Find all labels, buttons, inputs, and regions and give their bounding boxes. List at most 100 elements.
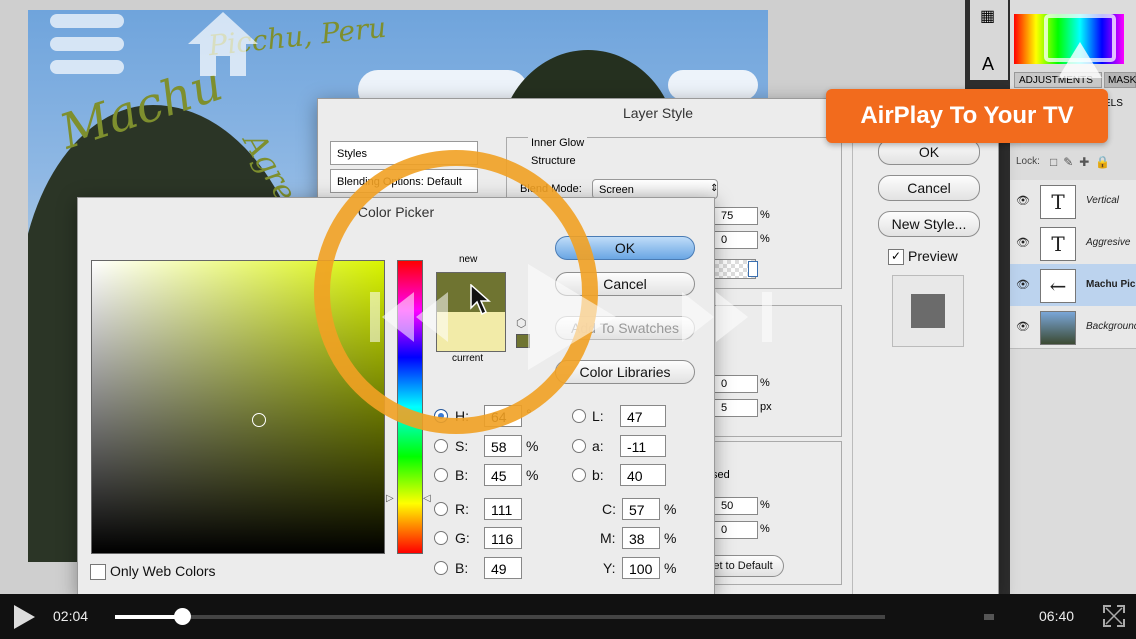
lab-b-label: b: [592,467,604,483]
color-field-cursor[interactable] [252,413,266,427]
tools-panel: ▦ A [970,0,1008,80]
yellow-field[interactable]: 100 [622,557,660,579]
layer-row[interactable]: 👁 T Aggresive [1010,222,1136,265]
unit-label: % [760,209,770,221]
divider [852,135,853,595]
progress-fill [115,615,182,619]
style-preview [892,275,964,347]
layer-row[interactable]: 👁 Background [1010,306,1136,349]
lock-label: Lock: [1016,156,1040,167]
layer-row[interactable]: 👁 T Vertical [1010,180,1136,223]
scrubber-knob[interactable] [174,608,191,625]
only-web-colors-label: Only Web Colors [110,563,216,579]
layer-row[interactable]: 👁 ← Machu Pic [1010,264,1136,307]
lab-b-radio[interactable] [572,468,586,482]
unit-label: % [760,233,770,245]
layer-thumbnail: T [1040,185,1076,219]
layer-thumbnail: T [1040,227,1076,261]
layer-thumbnail [1040,311,1076,345]
progress-track[interactable] [115,615,885,619]
layer-name: Background [1086,321,1136,332]
blue-field[interactable]: 49 [484,557,522,579]
preview-checkbox[interactable]: ✓ [888,249,904,265]
lock-icons[interactable]: □✎✚🔒 [1050,155,1116,169]
lab-b-field[interactable]: 40 [620,464,666,486]
red-radio[interactable] [434,502,448,516]
brightness-radio[interactable] [434,468,448,482]
tool-icon[interactable]: ▦ [980,6,995,26]
range-field[interactable]: 50 [714,497,758,515]
choke-field[interactable]: 0 [714,375,758,393]
slider-arrow-right[interactable]: ◁ [423,493,431,504]
preview-swatch [911,294,945,328]
brightness-label: B: [455,467,469,483]
eye-icon[interactable]: 👁 [1016,236,1030,249]
eye-icon[interactable]: 👁 [1016,278,1030,291]
size-field[interactable]: 5 [714,399,758,417]
jitter-field[interactable]: 0 [714,521,758,539]
green-field[interactable]: 116 [484,527,522,549]
blue-radio[interactable] [434,561,448,575]
eye-icon[interactable]: 👁 [1016,194,1030,207]
fullscreen-icon[interactable] [1102,604,1126,628]
magenta-field[interactable]: 38 [622,527,660,549]
lab-a-radio[interactable] [572,439,586,453]
unit-label: % [526,438,539,454]
airplay-icon[interactable] [1044,14,1116,80]
airplay-banner[interactable]: AirPlay To Your TV [826,89,1108,143]
play-icon [528,264,616,370]
red-label: R: [455,501,469,517]
layer-name: Vertical [1086,195,1119,206]
layer-style-cancel-button[interactable]: Cancel [878,175,980,201]
total-duration: 06:40 [1039,608,1075,624]
brightness-field[interactable]: 45 [484,464,522,486]
only-web-colors-checkbox[interactable] [90,564,106,580]
unit-label: % [760,377,770,389]
structure-label: Structure [528,155,579,167]
new-style-button[interactable]: New Style... [878,211,980,237]
player-control-bar: 02:04 06:40 [0,594,1136,639]
lab-l-label: L: [592,408,604,424]
green-radio[interactable] [434,531,448,545]
home-icon[interactable] [186,10,260,78]
magenta-label: M: [600,530,616,546]
yellow-label: Y: [603,560,616,576]
unit-label: % [664,501,677,517]
eye-icon[interactable]: 👁 [1016,320,1030,333]
slider-arrow-left[interactable]: ▷ [386,493,394,504]
type-tool-icon[interactable]: A [982,54,994,75]
saturation-field[interactable]: 58 [484,435,522,457]
rewind-icon [370,292,448,342]
blend-mode-select[interactable]: Screen [592,179,718,199]
lab-a-field[interactable]: -11 [620,435,666,457]
unit-label: % [760,499,770,511]
unit-label: % [526,467,539,483]
lab-l-field[interactable]: 47 [620,405,666,427]
cyan-label: C: [602,501,616,517]
green-label: G: [455,530,470,546]
saturation-radio[interactable] [434,439,448,453]
layer-name: Machu Pic [1086,279,1136,290]
unit-label: % [664,530,677,546]
cyan-field[interactable]: 57 [622,498,660,520]
unit-label: % [664,560,677,576]
lab-l-radio[interactable] [572,409,586,423]
layer-thumbnail: ← [1040,269,1076,303]
menu-icon[interactable] [50,12,124,76]
section-title: Inner Glow [528,137,588,149]
blue-label: B: [455,560,469,576]
select-arrows-icon: ⇕ [710,183,719,194]
unit-label: px [760,401,772,413]
unit-label: % [760,523,770,535]
play-button-icon[interactable] [12,604,36,630]
red-field[interactable]: 111 [484,498,522,520]
fast-forward-icon [682,292,772,342]
saturation-label: S: [455,438,469,454]
opacity-field[interactable]: 75 [714,207,758,225]
elapsed-time: 02:04 [53,608,89,624]
video-overlay-controls [370,264,772,370]
buffer-marker [984,614,994,620]
lab-a-label: a: [592,438,604,454]
noise-field[interactable]: 0 [714,231,758,249]
cloud [668,70,758,100]
